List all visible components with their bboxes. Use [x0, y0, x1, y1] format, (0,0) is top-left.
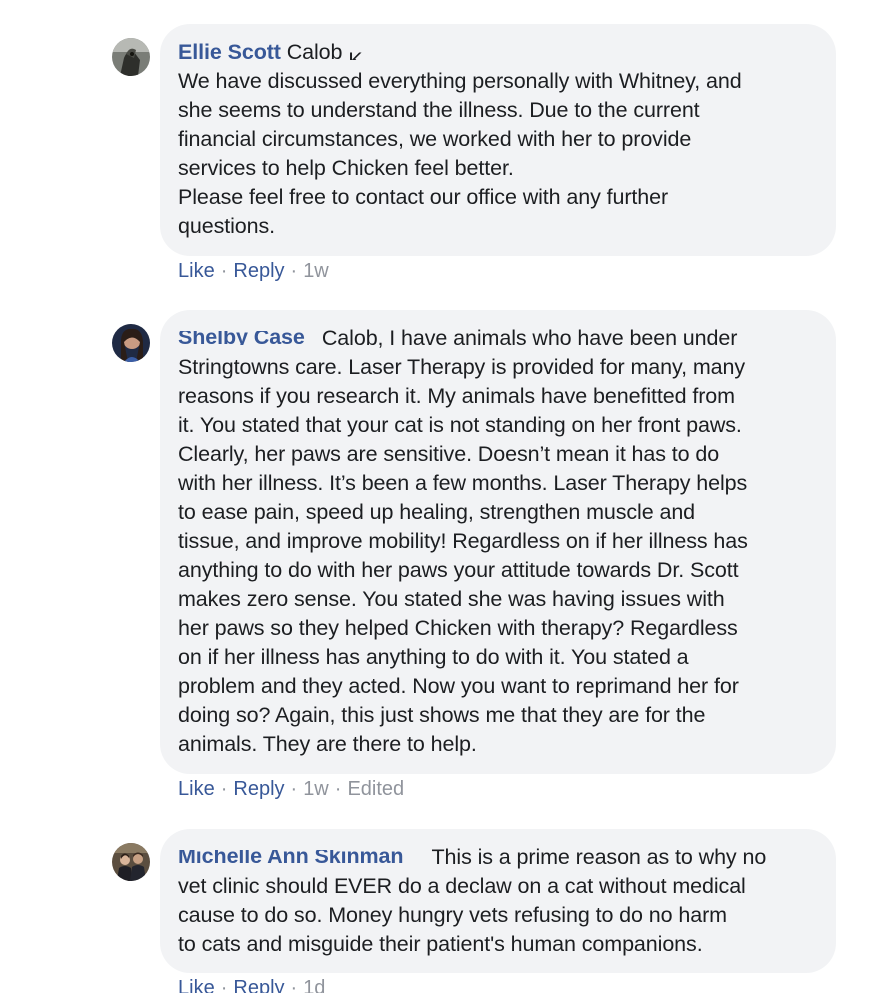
- comment-actions: Like · Reply · 1w: [178, 260, 329, 283]
- separator: ·: [290, 977, 298, 993]
- timestamp[interactable]: 1d: [303, 977, 325, 993]
- comment-line: her paws so they helped Chicken with the…: [178, 616, 738, 640]
- comment-first-line: Michelle Ann Skinman This is a prime rea…: [178, 843, 818, 872]
- comment-line: reasons if you research it. My animals h…: [178, 384, 735, 408]
- avatar-photo-icon: [112, 843, 150, 881]
- separator: ·: [290, 260, 298, 282]
- comment-bubble: Ellie Scott Calob K We have discussed ev…: [160, 24, 836, 256]
- edited-label[interactable]: Edited: [347, 778, 404, 800]
- like-button[interactable]: Like: [178, 778, 215, 800]
- comment-line: Calob, I have animals who have been unde…: [321, 326, 738, 350]
- comment-line: tissue, and improve mobility! Regardless…: [178, 529, 748, 553]
- comment-line: animals. They are there to help.: [178, 732, 477, 756]
- separator: ·: [220, 778, 228, 800]
- comment-line: This is a prime reason as to why no: [431, 845, 767, 869]
- comment-line: to cats and misguide their patient's hum…: [178, 932, 703, 956]
- comment-actions: Like · Reply · 1w · Edited: [178, 778, 404, 801]
- comment-line: financial circumstances, we worked with …: [178, 127, 692, 151]
- comment-line: services to help Chicken feel better.: [178, 156, 514, 180]
- comment-line: Stringtowns care. Laser Therapy is provi…: [178, 355, 745, 379]
- avatar[interactable]: [112, 324, 150, 362]
- comment-line: with her illness. It’s been a few months…: [178, 471, 748, 495]
- comment-line: questions.: [178, 214, 276, 238]
- comment-line: problem and they acted. Now you want to …: [178, 674, 739, 698]
- avatar-photo-icon: [112, 324, 150, 362]
- comment-line: Clearly, her paws are sensitive. Doesn’t…: [178, 442, 720, 466]
- reply-button[interactable]: Reply: [233, 778, 284, 800]
- comment-first-line: Ellie Scott Calob K: [178, 38, 818, 67]
- comment-line: vet clinic should EVER do a declaw on a …: [178, 874, 746, 898]
- like-button[interactable]: Like: [178, 977, 215, 993]
- like-button[interactable]: Like: [178, 260, 215, 282]
- comment-bubble: Michelle Ann Skinman This is a prime rea…: [160, 829, 836, 973]
- comment-line: she seems to understand the illness. Due…: [178, 98, 700, 122]
- author-name[interactable]: Shelby Case: [178, 331, 316, 345]
- author-name[interactable]: Ellie Scott: [178, 40, 281, 64]
- separator: ·: [290, 778, 298, 800]
- comment-line: on if her illness has anything to do wit…: [178, 645, 689, 669]
- comment-line: makes zero sense. You stated she was hav…: [178, 587, 725, 611]
- comment-actions: Like · Reply · 1d: [178, 977, 325, 993]
- separator: ·: [334, 778, 342, 800]
- comment-bubble: Shelby Case Calob, I have animals who ha…: [160, 310, 836, 774]
- comment-line: doing so? Again, this just shows me that…: [178, 703, 706, 727]
- separator: ·: [220, 260, 228, 282]
- mention-redacted: K: [348, 48, 363, 60]
- avatar-photo-icon: [112, 38, 150, 76]
- avatar[interactable]: [112, 843, 150, 881]
- comment-first-line: Shelby Case Calob, I have animals who ha…: [178, 324, 818, 353]
- reply-button[interactable]: Reply: [233, 977, 284, 993]
- comment-line: cause to do so. Money hungry vets refusi…: [178, 903, 727, 927]
- comment-line: it. You stated that your cat is not stan…: [178, 413, 742, 437]
- comment-line: We have discussed everything personally …: [178, 69, 742, 93]
- comment-line: to ease pain, speed up healing, strength…: [178, 500, 696, 524]
- comment-thread: Ellie Scott Calob K We have discussed ev…: [0, 0, 876, 993]
- comment-line: anything to do with her paws your attitu…: [178, 558, 739, 582]
- reply-button[interactable]: Reply: [233, 260, 284, 282]
- timestamp[interactable]: 1w: [303, 260, 329, 282]
- mention[interactable]: Calob K: [287, 40, 363, 64]
- comment-line: Please feel free to contact our office w…: [178, 185, 669, 209]
- separator: ·: [220, 977, 228, 993]
- avatar[interactable]: [112, 38, 150, 76]
- timestamp[interactable]: 1w: [303, 778, 329, 800]
- author-name[interactable]: Michelle Ann Skinman: [178, 850, 426, 864]
